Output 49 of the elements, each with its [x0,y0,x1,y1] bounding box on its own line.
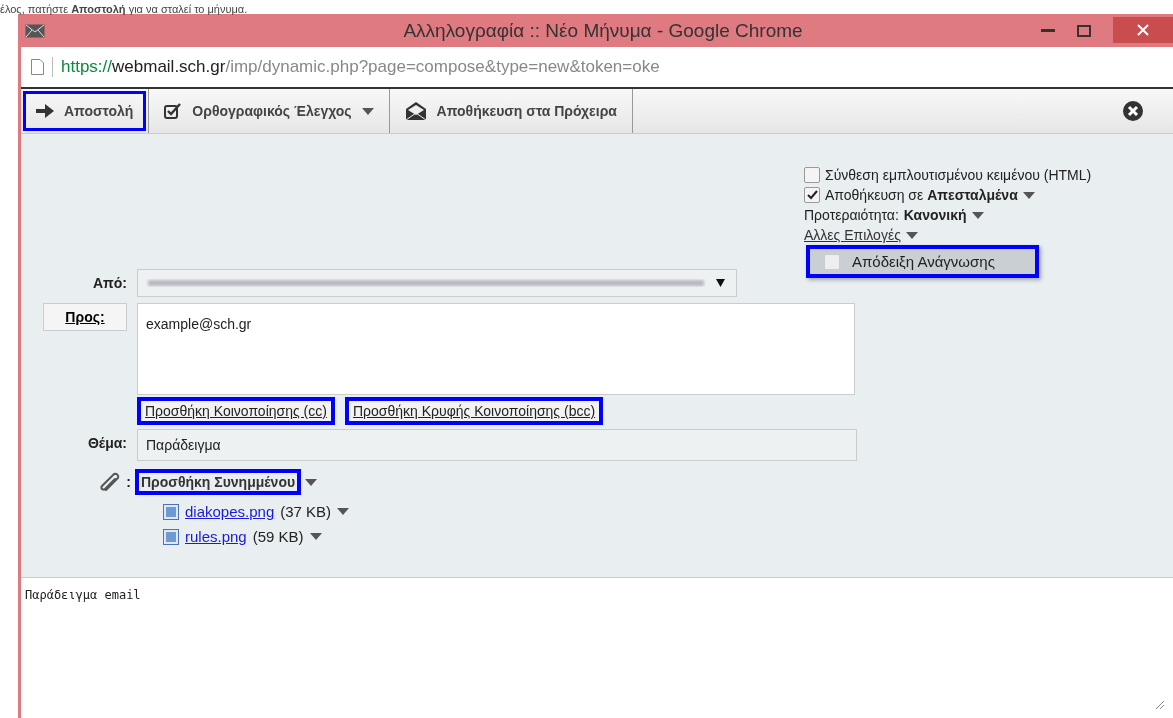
subject-field[interactable]: Παράδειγμα [137,429,857,461]
instruction-text: έλος, πατήστε Αποστολή για να σταλεί το μήνυμα. [0,2,248,16]
minimize-icon[interactable] [1041,28,1055,33]
to-field[interactable]: example@sch.gr [137,303,855,395]
close-icon [1137,23,1149,36]
caret-icon [305,478,318,486]
close-icon[interactable] [1123,101,1143,121]
to-button[interactable]: Προς: [43,303,127,331]
option-label: Σύνθεση εμπλουτισμένου κειμένου (HTML) [825,167,1092,183]
caret-icon[interactable] [337,508,350,515]
file-size: (59 KB) [252,528,304,545]
caret-icon[interactable] [971,211,984,219]
image-file-icon [163,503,179,520]
toolbar-button[interactable]: Αποστολή [23,91,147,131]
envelope-icon [404,101,427,121]
option-label: Προτεραιότητα: [804,207,899,223]
field-label: Θέμα: [86,435,128,451]
arrow-icon [36,104,54,118]
checkbox[interactable] [804,167,820,183]
caret-icon [716,279,725,287]
separator-text: : [126,474,131,490]
priority-value[interactable]: Κανονική [903,207,967,223]
option-label: Αποθήκευση σε Απεσταλμένα [825,187,1018,203]
caret-icon[interactable] [309,533,322,540]
toolbar-button[interactable]: Ορθογραφικός Έλεγχος [151,91,387,131]
field-label: Από: [91,275,128,291]
menu-item[interactable]: Απόδειξη Ανάγνωσης [806,245,1039,278]
checkbox[interactable] [824,253,840,270]
more-options-link[interactable]: Αλλες Επιλογές [804,227,901,243]
menu-item-label: Απόδειξη Ανάγνωσης [852,253,995,270]
page-icon [31,59,44,75]
add-recipient-button[interactable]: Προσθήκη Κρυφής Κοινοποίησης (bcc) [344,397,604,425]
window-title: Αλληλογραφία :: Νέο Μήνυμα - Google Chrome [402,19,804,42]
toolbar-button[interactable]: Αποθήκευση στα Πρόχειρα [391,91,630,131]
maximize-icon[interactable] [1077,24,1091,37]
image-file-icon [163,528,179,545]
caret-icon[interactable] [905,231,918,239]
add-attachment-button[interactable]: Προσθήκη Συνημμένου [135,469,302,495]
attachment-link[interactable]: diakopes.png [185,503,275,520]
close-button[interactable] [1113,16,1173,43]
checkbox[interactable] [804,187,820,203]
message-body[interactable]: Παράδειγμα email [21,577,1173,718]
attachment-link[interactable]: rules.png [185,528,247,545]
resize-handle-icon[interactable] [1155,700,1165,710]
add-recipient-button[interactable]: Προσθήκη Κοινοποίησης (cc) [137,397,335,425]
file-size: (37 KB) [280,503,332,520]
envelope-icon [25,23,45,38]
checkbox-icon [164,103,183,119]
caret-icon[interactable] [1022,191,1035,199]
